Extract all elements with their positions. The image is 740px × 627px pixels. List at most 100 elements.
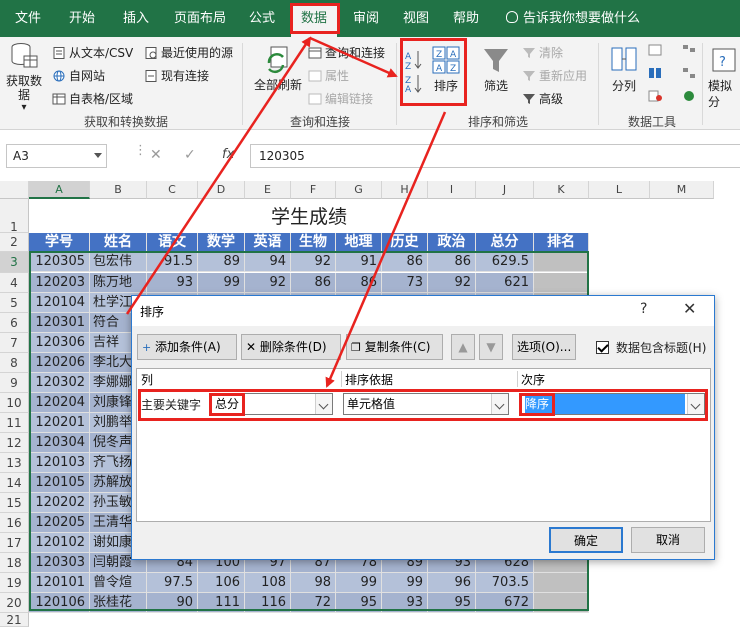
column-header-d[interactable]: D	[198, 181, 245, 199]
filter-button[interactable]: 筛选	[478, 45, 514, 94]
clear-filter-button[interactable]: 清除	[522, 44, 563, 61]
table-cell[interactable]: 90	[147, 593, 198, 613]
column-header-e[interactable]: E	[245, 181, 291, 199]
table-cell[interactable]: 95	[336, 593, 382, 613]
select-all-corner[interactable]	[0, 181, 29, 199]
reapply-button[interactable]: 重新应用	[522, 67, 587, 84]
table-header-cell[interactable]: 英语	[245, 233, 291, 252]
tab-home[interactable]: 开始	[60, 0, 104, 37]
table-cell[interactable]: 120101	[29, 573, 90, 593]
table-cell[interactable]: 120102	[29, 533, 90, 553]
table-cell[interactable]	[534, 593, 589, 613]
table-header-cell[interactable]: 排名	[534, 233, 589, 252]
table-cell[interactable]: 张桂花	[90, 593, 147, 613]
help-button[interactable]: ?	[640, 301, 647, 317]
row-header-1[interactable]: 1	[0, 199, 29, 234]
flash-fill-button[interactable]	[648, 43, 665, 57]
tab-file[interactable]: 文件	[6, 0, 50, 37]
table-header-cell[interactable]: 生物	[291, 233, 336, 252]
table-cell[interactable]: 92	[428, 273, 476, 293]
table-header-cell[interactable]: 历史	[382, 233, 428, 252]
row-header-17[interactable]: 17	[0, 533, 29, 553]
column-header-k[interactable]: K	[534, 181, 589, 199]
column-header-f[interactable]: F	[291, 181, 336, 199]
table-cell[interactable]: 672	[476, 593, 534, 613]
table-cell[interactable]: 120203	[29, 273, 90, 293]
table-cell[interactable]: 91.5	[147, 252, 198, 272]
table-cell[interactable]: 95	[428, 593, 476, 613]
sort-on-select[interactable]: 单元格值	[343, 393, 509, 415]
get-data-button[interactable]: 获取数据 ▾	[4, 41, 44, 114]
table-cell[interactable]: 73	[382, 273, 428, 293]
chevron-down-icon[interactable]	[94, 153, 102, 158]
table-cell[interactable]: 120103	[29, 453, 90, 473]
table-cell[interactable]: 99	[382, 573, 428, 593]
table-header-cell[interactable]: 地理	[336, 233, 382, 252]
row-header-14[interactable]: 14	[0, 473, 29, 493]
table-cell[interactable]: 99	[336, 573, 382, 593]
column-header-a[interactable]: A	[29, 181, 90, 199]
row-header-20[interactable]: 20	[0, 593, 29, 613]
tab-page-layout[interactable]: 页面布局	[168, 0, 232, 37]
table-cell[interactable]	[534, 573, 589, 593]
row-header-5[interactable]: 5	[0, 293, 29, 313]
table-header-cell[interactable]: 语文	[147, 233, 198, 252]
table-header-cell[interactable]: 政治	[428, 233, 476, 252]
table-cell[interactable]: 120205	[29, 513, 90, 533]
table-cell[interactable]: 108	[245, 573, 291, 593]
table-cell[interactable]: 120104	[29, 293, 90, 313]
row-header-15[interactable]: 15	[0, 493, 29, 513]
table-cell[interactable]: 94	[245, 252, 291, 272]
table-cell[interactable]: 92	[291, 252, 336, 272]
sort-button[interactable]: Z A A Z 排序	[428, 45, 464, 94]
table-cell[interactable]: 包宏伟	[90, 252, 147, 272]
table-cell[interactable]: 曾令煊	[90, 573, 147, 593]
ok-button[interactable]: 确定	[549, 527, 623, 553]
cancel-button[interactable]: 取消	[631, 527, 705, 553]
table-cell[interactable]: 106	[198, 573, 245, 593]
edit-links-button[interactable]: 编辑链接	[308, 90, 373, 107]
from-table-button[interactable]: 自表格/区域	[52, 90, 133, 107]
row-header-10[interactable]: 10	[0, 393, 29, 413]
table-cell[interactable]	[534, 252, 589, 272]
row-header-8[interactable]: 8	[0, 353, 29, 373]
column-header-l[interactable]: L	[589, 181, 650, 199]
table-cell[interactable]: 116	[245, 593, 291, 613]
table-cell[interactable]: 91	[336, 252, 382, 272]
cancel-icon[interactable]: ✕	[150, 147, 162, 163]
data-validation-button[interactable]	[648, 89, 665, 103]
row-header-18[interactable]: 18	[0, 553, 29, 573]
row-header-19[interactable]: 19	[0, 573, 29, 593]
table-cell[interactable]: 86	[428, 252, 476, 272]
table-cell[interactable]: 93	[147, 273, 198, 293]
column-header-m[interactable]: M	[650, 181, 714, 199]
table-header-cell[interactable]: 总分	[476, 233, 534, 252]
table-cell[interactable]: 陈万地	[90, 273, 147, 293]
table-cell[interactable]: 86	[382, 252, 428, 272]
table-cell[interactable]: 92	[245, 273, 291, 293]
from-text-csv-button[interactable]: 从文本/CSV	[52, 44, 133, 61]
name-box[interactable]: A3	[6, 144, 107, 168]
row-header-13[interactable]: 13	[0, 453, 29, 473]
row-header-16[interactable]: 16	[0, 513, 29, 533]
table-cell[interactable]: 120106	[29, 593, 90, 613]
recent-sources-button[interactable]: 最近使用的源	[144, 44, 233, 61]
move-down-button[interactable]: ▼	[479, 334, 503, 360]
row-header-21[interactable]: 21	[0, 613, 29, 627]
chevron-down-icon[interactable]	[687, 394, 704, 414]
options-button[interactable]: 选项(O)...	[512, 334, 576, 360]
table-cell[interactable]: 89	[198, 252, 245, 272]
insert-function-icon[interactable]: fx	[222, 147, 234, 162]
chevron-down-icon[interactable]	[491, 394, 508, 414]
table-cell[interactable]: 120302	[29, 373, 90, 393]
table-cell[interactable]: 120306	[29, 333, 90, 353]
table-cell[interactable]: 86	[336, 273, 382, 293]
close-button[interactable]: ✕	[683, 299, 696, 318]
sort-ascending-button[interactable]: A Z Z A	[404, 49, 424, 96]
tab-help[interactable]: 帮助	[444, 0, 488, 37]
enter-icon[interactable]: ✓	[184, 147, 196, 163]
table-cell[interactable]: 120303	[29, 553, 90, 573]
tab-data[interactable]: 数据	[291, 5, 337, 37]
row-header-9[interactable]: 9	[0, 373, 29, 393]
what-if-button[interactable]: ? 模拟分	[708, 45, 740, 110]
